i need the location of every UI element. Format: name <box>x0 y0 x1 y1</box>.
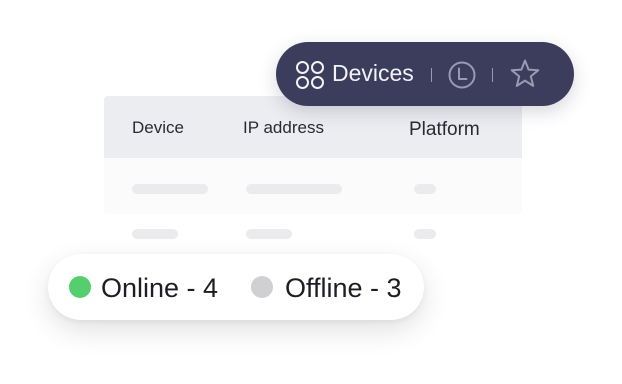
column-header-device[interactable]: Device <box>132 118 184 138</box>
toolbar-divider <box>431 68 432 82</box>
skeleton-cell-device <box>132 229 178 239</box>
star-icon[interactable] <box>509 58 541 90</box>
devices-overview-illustration: Device IP address Platform Devices Onlin… <box>0 0 622 384</box>
skeleton-cell-ip <box>246 229 292 239</box>
column-header-ip-address[interactable]: IP address <box>243 118 324 138</box>
skeleton-cell-platform <box>414 184 436 194</box>
devices-toolbar: Devices <box>276 42 574 106</box>
skeleton-cell-platform <box>414 229 436 239</box>
devices-table: Device IP address Platform <box>104 96 522 214</box>
device-status-summary: Online - 4 Offline - 3 <box>48 254 424 320</box>
offline-count-label: Offline - 3 <box>285 273 402 303</box>
clock-icon[interactable] <box>447 60 477 90</box>
offline-status-dot <box>251 276 273 298</box>
online-status-dot <box>69 276 91 298</box>
skeleton-cell-ip <box>246 184 342 194</box>
toolbar-divider <box>492 68 493 82</box>
online-count-label: Online - 4 <box>101 273 219 303</box>
column-header-platform[interactable]: Platform <box>409 119 480 141</box>
devices-tab-label[interactable]: Devices <box>332 60 414 87</box>
skeleton-cell-device <box>132 184 208 194</box>
devices-grid-icon <box>296 61 324 89</box>
